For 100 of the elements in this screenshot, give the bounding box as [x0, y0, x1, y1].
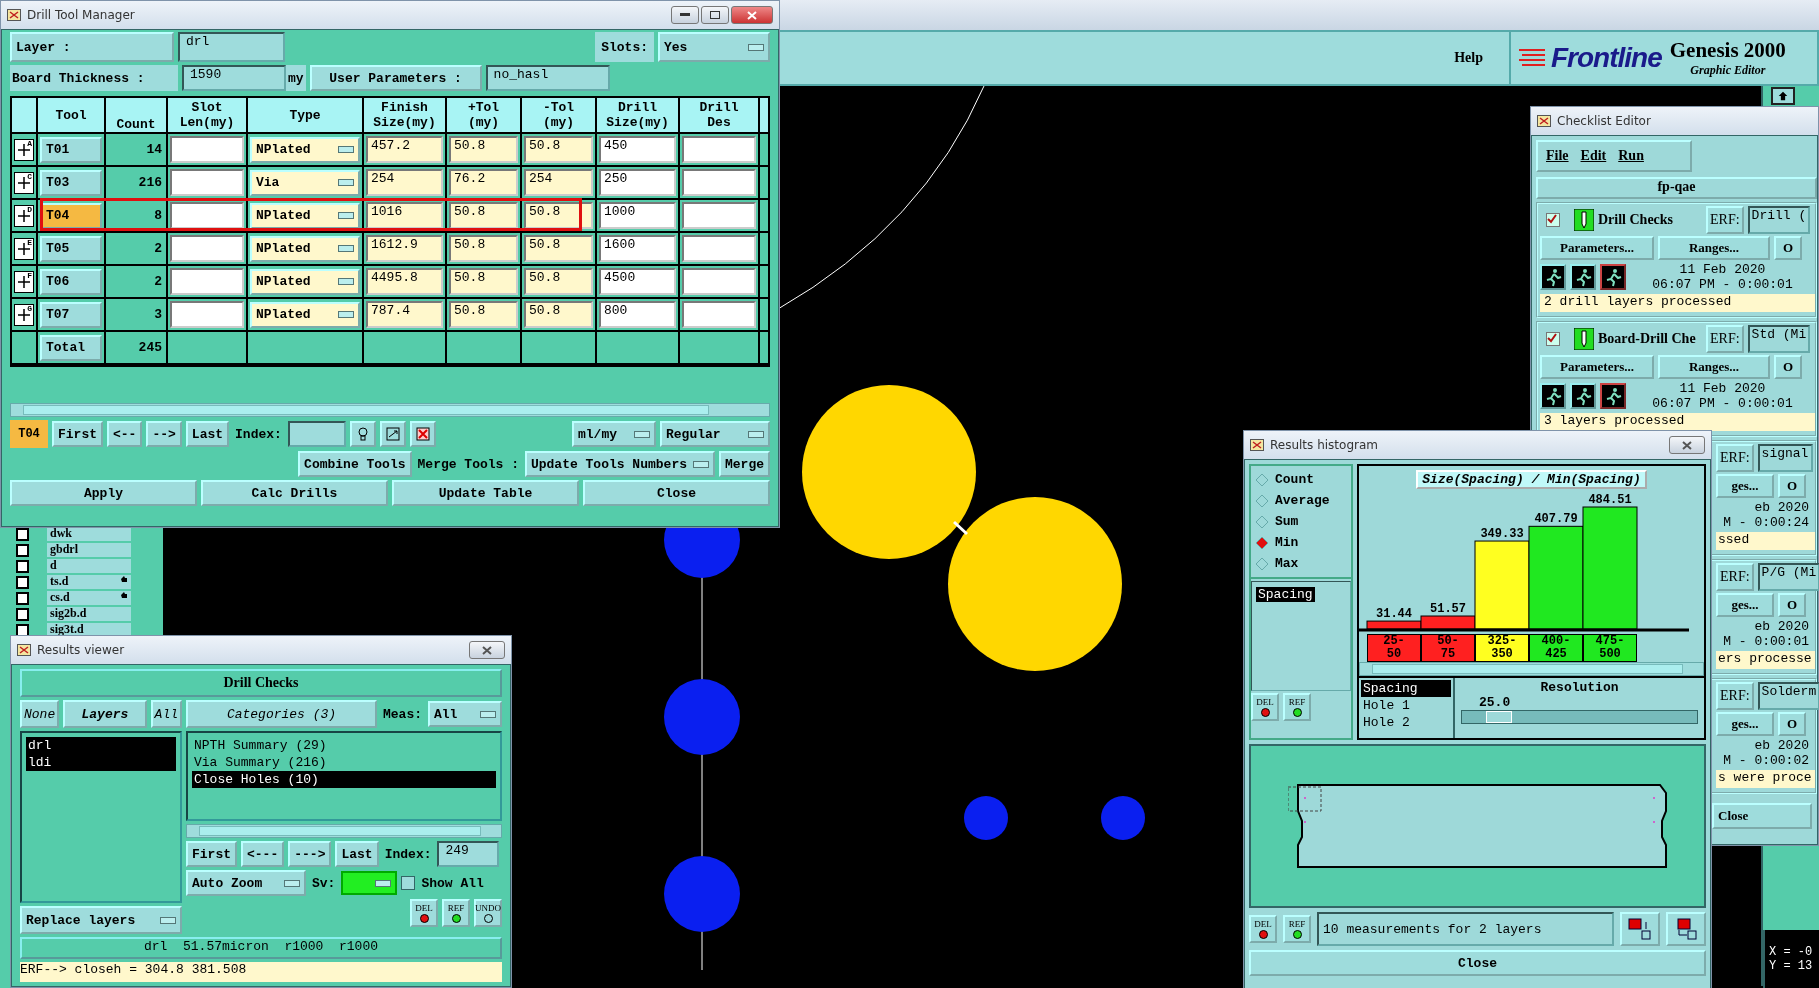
import-button[interactable] — [1666, 912, 1706, 946]
slot-length-field[interactable] — [170, 136, 244, 163]
plus-tolerance-field[interactable]: 50.8 — [449, 301, 518, 328]
layer-checkbox[interactable] — [16, 591, 29, 605]
slot-length-field[interactable] — [170, 268, 244, 295]
check-button[interactable]: ges... — [1716, 474, 1774, 498]
check-button[interactable]: O — [1774, 236, 1802, 260]
refresh-button[interactable] — [379, 421, 406, 447]
navigation-button[interactable]: --> — [146, 421, 182, 447]
tool-button[interactable]: REF — [1283, 693, 1311, 721]
horizontal-scrollbar[interactable] — [186, 824, 502, 838]
radio-button[interactable] — [1255, 514, 1269, 529]
units-dropdown[interactable]: ml/my — [572, 421, 656, 447]
enable-checkbox[interactable] — [1546, 213, 1560, 227]
expand-button[interactable]: D — [14, 204, 34, 227]
minus-tolerance-field[interactable]: 50.8 — [524, 202, 593, 229]
minimize-button[interactable] — [671, 6, 699, 24]
erf-button[interactable]: ERF: — [1716, 682, 1754, 710]
color-dropdown[interactable] — [341, 871, 398, 895]
navigation-button[interactable]: <-- — [107, 421, 143, 447]
type-dropdown[interactable]: NPlated — [250, 235, 360, 262]
minus-tolerance-field[interactable]: 50.8 — [524, 136, 593, 163]
expand-button[interactable]: E — [14, 237, 34, 260]
layer-item[interactable]: ldi — [26, 754, 176, 771]
drill-designation-field[interactable] — [682, 169, 756, 196]
tool-button[interactable]: DEL — [1249, 915, 1277, 943]
layer-field[interactable]: drl — [178, 32, 285, 62]
minus-tolerance-field[interactable]: 254 — [524, 169, 593, 196]
drill-designation-field[interactable] — [682, 235, 756, 262]
menu-item[interactable]: Run — [1618, 148, 1644, 164]
drill-designation-field[interactable] — [682, 136, 756, 163]
erf-field[interactable]: Std (Mi — [1747, 325, 1810, 353]
erf-button[interactable]: ERF: — [1706, 206, 1744, 234]
layer-button[interactable]: Layer : — [10, 32, 174, 62]
finish-size-field[interactable]: 1016 — [366, 202, 443, 229]
layer-item[interactable]: drl — [26, 737, 176, 754]
finish-size-field[interactable]: 1612.9 — [366, 235, 443, 262]
type-dropdown[interactable]: NPlated — [250, 136, 360, 163]
toolbar-button[interactable] — [1771, 87, 1795, 105]
index-field[interactable]: 249 — [437, 841, 500, 867]
check-button[interactable]: Parameters... — [1540, 236, 1654, 260]
drill-size-field[interactable]: 1000 — [599, 202, 676, 229]
plus-tolerance-field[interactable]: 50.8 — [449, 268, 518, 295]
filter-button[interactable]: All — [150, 700, 182, 728]
drill-designation-field[interactable] — [682, 202, 756, 229]
navigation-button[interactable]: Last — [185, 421, 230, 447]
erf-button[interactable]: ERF: — [1716, 563, 1754, 591]
drill-size-field[interactable]: 250 — [599, 169, 676, 196]
navigation-button[interactable]: First — [186, 841, 237, 867]
categories-button[interactable]: Categories (3) — [186, 700, 377, 728]
merge-mode-dropdown[interactable]: Update Tools Numbers — [524, 451, 715, 477]
export-button[interactable] — [1620, 912, 1660, 946]
drill-designation-field[interactable] — [682, 268, 756, 295]
erf-field[interactable]: Drill ( — [1747, 206, 1810, 234]
user-parameters-field[interactable]: no_hasl — [485, 65, 610, 91]
drill-size-field[interactable]: 450 — [599, 136, 676, 163]
type-dropdown[interactable]: NPlated — [250, 268, 360, 295]
layer-checkbox[interactable] — [16, 543, 29, 557]
erf-button[interactable]: ERF: — [1706, 325, 1744, 353]
resolution-slider[interactable] — [1461, 710, 1698, 724]
layer-checkbox[interactable] — [16, 607, 29, 621]
erf-button[interactable]: ERF: — [1716, 444, 1754, 472]
show-all-checkbox[interactable] — [401, 876, 416, 890]
check-button[interactable]: O — [1778, 474, 1806, 498]
expand-button[interactable]: A — [14, 138, 34, 161]
navigation-button[interactable]: First — [52, 421, 103, 447]
attribute-item[interactable]: Spacing — [1256, 587, 1315, 602]
replace-layers-dropdown[interactable]: Replace layers — [20, 906, 182, 934]
layer-item[interactable]: ts.d — [47, 575, 131, 589]
filter-button[interactable]: None — [20, 700, 60, 728]
radio-button[interactable] — [1255, 535, 1269, 550]
menu-item[interactable]: Edit — [1580, 148, 1607, 164]
plus-tolerance-field[interactable]: 50.8 — [449, 136, 518, 163]
tool-button[interactable]: DEL — [410, 899, 438, 927]
layer-item[interactable]: sig2b.d — [47, 607, 131, 621]
field-item[interactable]: Hole 1 — [1361, 697, 1451, 714]
filter-button[interactable]: Layers — [63, 700, 147, 728]
erf-field[interactable]: Solderm — [1757, 682, 1819, 710]
layer-item[interactable]: cs.d — [47, 591, 131, 605]
meas-dropdown[interactable]: All — [428, 701, 502, 727]
horizontal-scrollbar[interactable] — [1359, 662, 1704, 676]
tool-button[interactable]: DEL — [1251, 693, 1279, 721]
tool-button[interactable]: T05 — [40, 235, 102, 262]
tool-button[interactable]: T06 — [40, 268, 102, 295]
check-button[interactable]: O — [1778, 593, 1806, 617]
tool-button[interactable]: UNDO — [474, 899, 502, 927]
tool-button[interactable]: REF — [442, 899, 470, 927]
action-button[interactable]: Calc Drills — [201, 480, 388, 506]
check-button[interactable]: Ranges... — [1658, 355, 1770, 379]
check-button[interactable]: ges... — [1716, 593, 1774, 617]
check-button[interactable]: ges... — [1716, 712, 1774, 736]
tool-button[interactable]: T07 — [40, 301, 102, 328]
thickness-field[interactable]: 1590 — [182, 65, 286, 91]
plus-tolerance-field[interactable]: 50.8 — [449, 235, 518, 262]
drill-size-field[interactable]: 800 — [599, 301, 676, 328]
horizontal-scrollbar[interactable] — [10, 403, 770, 417]
field-item[interactable]: Spacing — [1361, 680, 1451, 697]
close-button[interactable]: Close — [1249, 950, 1706, 976]
radio-button[interactable] — [1255, 472, 1269, 487]
combine-tools-button[interactable]: Combine Tools — [298, 451, 412, 477]
